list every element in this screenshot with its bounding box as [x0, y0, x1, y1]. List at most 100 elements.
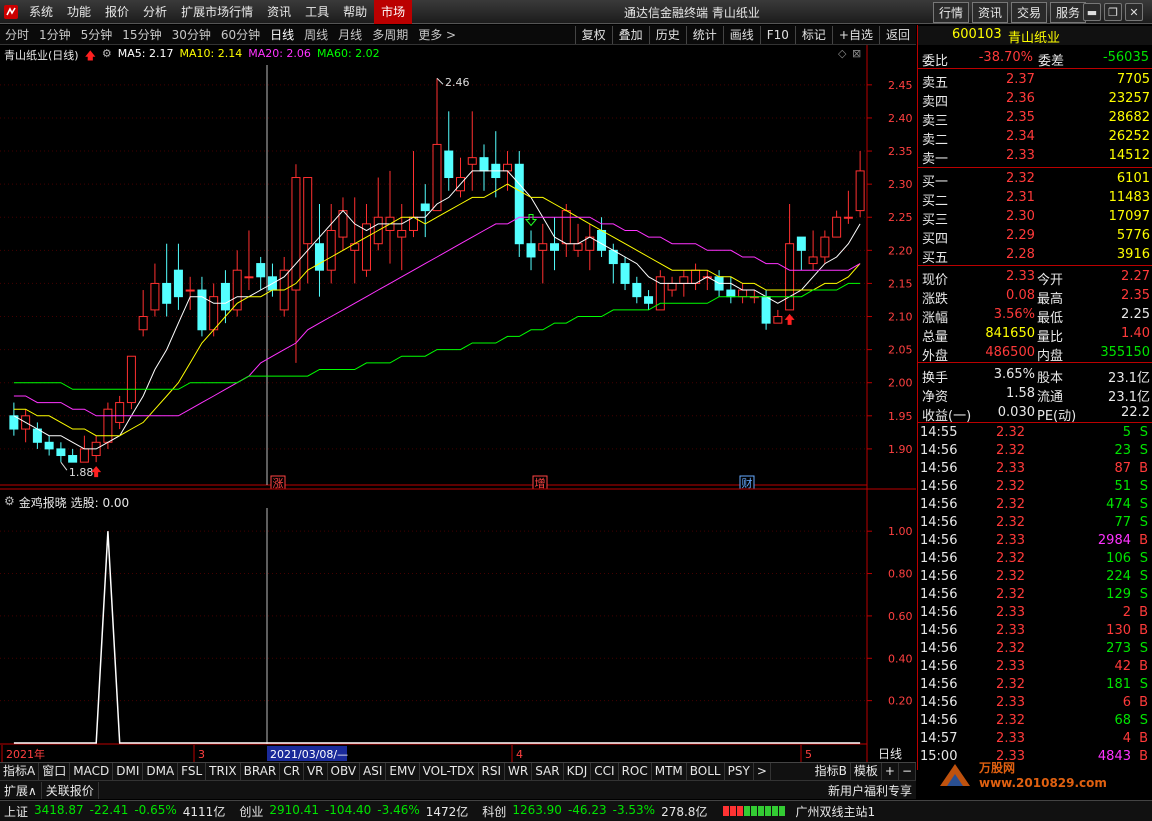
menu-item-4[interactable]: 扩展市场行情 [174, 0, 260, 24]
indicator-tab-sar[interactable]: SAR [532, 763, 564, 780]
tool-button-7[interactable]: +自选 [831, 25, 879, 44]
minimize-icon[interactable]: ▬ [1083, 3, 1101, 21]
quote-row: 14:56 2.33 2984 B [918, 532, 1152, 550]
app-logo-icon[interactable] [0, 1, 22, 23]
quote-row: 15:00 2.33 4843 B [918, 748, 1152, 766]
candle [279, 256, 289, 317]
menu-item-5[interactable]: 资讯 [260, 0, 298, 24]
indicator-tab-emv[interactable]: EMV [386, 763, 420, 780]
right-tab-1[interactable]: 模板 [851, 763, 882, 780]
period-tab-8[interactable]: 月线 [333, 25, 367, 45]
candle [350, 197, 360, 284]
tool-button-0[interactable]: 复权 [574, 25, 612, 44]
indicator-tab-cr[interactable]: CR [280, 763, 304, 780]
panel-close-icon[interactable]: ⊠ [852, 47, 861, 60]
indicator-tab-dmi[interactable]: DMI [113, 763, 144, 780]
menu-item-7[interactable]: 帮助 [336, 0, 374, 24]
menu-item-3[interactable]: 分析 [136, 0, 174, 24]
indicator-tab-kdj[interactable]: KDJ [564, 763, 592, 780]
indicator-tab-dma[interactable]: DMA [143, 763, 179, 780]
indicator-tab-rsi[interactable]: RSI [479, 763, 506, 780]
server-name[interactable]: 广州双线主站1 [795, 803, 875, 820]
indicator-tab-macd[interactable]: MACD [70, 763, 114, 780]
index-1[interactable]: 创业 2910.41 -104.40 -3.46% 1472亿 [235, 803, 478, 820]
index-2[interactable]: 科创 1263.90 -46.23 -3.53% 278.8亿 [478, 803, 717, 820]
period-tab-7[interactable]: 周线 [299, 25, 333, 45]
period-tab-2[interactable]: 5分钟 [76, 25, 118, 45]
period-tab-1[interactable]: 1分钟 [34, 25, 76, 45]
tool-button-2[interactable]: 历史 [648, 25, 686, 44]
tick-time: 14:56 [920, 623, 958, 638]
candle [150, 263, 160, 317]
ma-line-MA60 [13, 282, 861, 390]
tick-time: 14:56 [920, 659, 958, 674]
period-tab-4[interactable]: 30分钟 [167, 25, 216, 45]
period-tab-6[interactable]: 日线 [265, 25, 299, 45]
index-0[interactable]: 上证 3418.87 -22.41 -0.65% 4111亿 [0, 803, 235, 820]
menu-item-market[interactable]: 市场 [374, 0, 413, 24]
restore-icon[interactable]: ❐ [1104, 3, 1122, 21]
period-tab-10[interactable]: 更多 > [413, 25, 461, 45]
indicator-tab-fsl[interactable]: FSL [178, 763, 207, 780]
top-button-2[interactable]: 交易 [1011, 2, 1048, 23]
candle [832, 210, 842, 238]
right-tab-2[interactable]: + [882, 763, 899, 780]
left-tab-0[interactable]: 指标A [0, 763, 40, 780]
tool-button-4[interactable]: 画线 [722, 25, 760, 44]
tool-button-5[interactable]: F10 [759, 25, 795, 44]
menu-item-1[interactable]: 功能 [60, 0, 98, 24]
right-tab-0[interactable]: 指标B [812, 763, 851, 780]
indicator-tab-psy[interactable]: PSY [725, 763, 754, 780]
top-button-1[interactable]: 资讯 [972, 2, 1009, 23]
menu-item-2[interactable]: 报价 [98, 0, 136, 24]
quote-row: 委比 -38.70% 委差 -56035 [918, 49, 1152, 69]
period-tab-3[interactable]: 15分钟 [117, 25, 166, 45]
tick-price: 2.32 [996, 425, 1025, 440]
quote-row: 涨幅 3.56% 最低 2.25 [918, 306, 1152, 326]
price-chart[interactable]: 2.45 2.40 2.35 2.30 2.25 2.20 2.15 2.10 2.05 2.00… [0, 45, 916, 490]
candle [479, 144, 489, 191]
quote-row: 14:56 2.32 51 S [918, 478, 1152, 496]
quote-row: 买四 2.29 5776 [918, 227, 1152, 247]
indicator-y-tick: 0.40 [888, 652, 913, 665]
new-user-promo[interactable]: 新用户福利专享 [824, 782, 916, 799]
period-tab-0[interactable]: 分时 [0, 25, 34, 45]
indicator-tab-mtm[interactable]: MTM [652, 763, 687, 780]
tick-volume: 51 [1114, 479, 1131, 494]
more-indicators-button[interactable]: > [754, 763, 771, 780]
tool-button-1[interactable]: 叠加 [611, 25, 649, 44]
tool-button-6[interactable]: 标记 [794, 25, 832, 44]
indicator-tab-vol-tdx[interactable]: VOL-TDX [420, 763, 479, 780]
menu-item-6[interactable]: 工具 [298, 0, 336, 24]
indicator-tab-asi[interactable]: ASI [360, 763, 387, 780]
indicator-tab-wr[interactable]: WR [505, 763, 533, 780]
period-tab-5[interactable]: 60分钟 [216, 25, 265, 45]
tick-time: 14:56 [920, 461, 958, 476]
period-tab-9[interactable]: 多周期 [367, 25, 413, 45]
indicator-tab-roc[interactable]: ROC [619, 763, 652, 780]
indicator-tab-cci[interactable]: CCI [591, 763, 619, 780]
right-tab-3[interactable]: − [899, 763, 916, 780]
tick-side: B [1139, 533, 1148, 548]
candle [620, 256, 630, 291]
index-pct: -3.46% [377, 802, 420, 817]
indicator-chart[interactable]: 1.00 0.80 0.60 0.40 0.20 2021年 3 4 5 2021/03/08/—… [0, 488, 916, 763]
top-button-3[interactable]: 服务 [1050, 2, 1087, 23]
candle [373, 177, 383, 251]
tool-button-8[interactable]: 返回 [878, 25, 916, 44]
indicator-tab-vr[interactable]: VR [304, 763, 328, 780]
stat-label: 最高 [1037, 292, 1064, 307]
related-quotes-tab[interactable]: 关联报价 [42, 781, 99, 799]
top-button-0[interactable]: 行情 [933, 2, 970, 23]
tool-button-3[interactable]: 统计 [685, 25, 723, 44]
indicator-tab-boll[interactable]: BOLL [687, 763, 725, 780]
indicator-tab-obv[interactable]: OBV [328, 763, 361, 780]
indicator-tab-trix[interactable]: TRIX [206, 763, 241, 780]
extend-toggle[interactable]: 扩展∧ [0, 781, 42, 799]
close-icon[interactable]: ✕ [1125, 3, 1143, 21]
menu-item-0[interactable]: 系统 [22, 0, 60, 24]
axis-mode[interactable]: 日线 [878, 747, 902, 761]
diamond-icon[interactable]: ◇ [838, 47, 847, 60]
left-tab-1[interactable]: 窗口 [39, 763, 71, 780]
indicator-tab-brar[interactable]: BRAR [241, 763, 281, 780]
